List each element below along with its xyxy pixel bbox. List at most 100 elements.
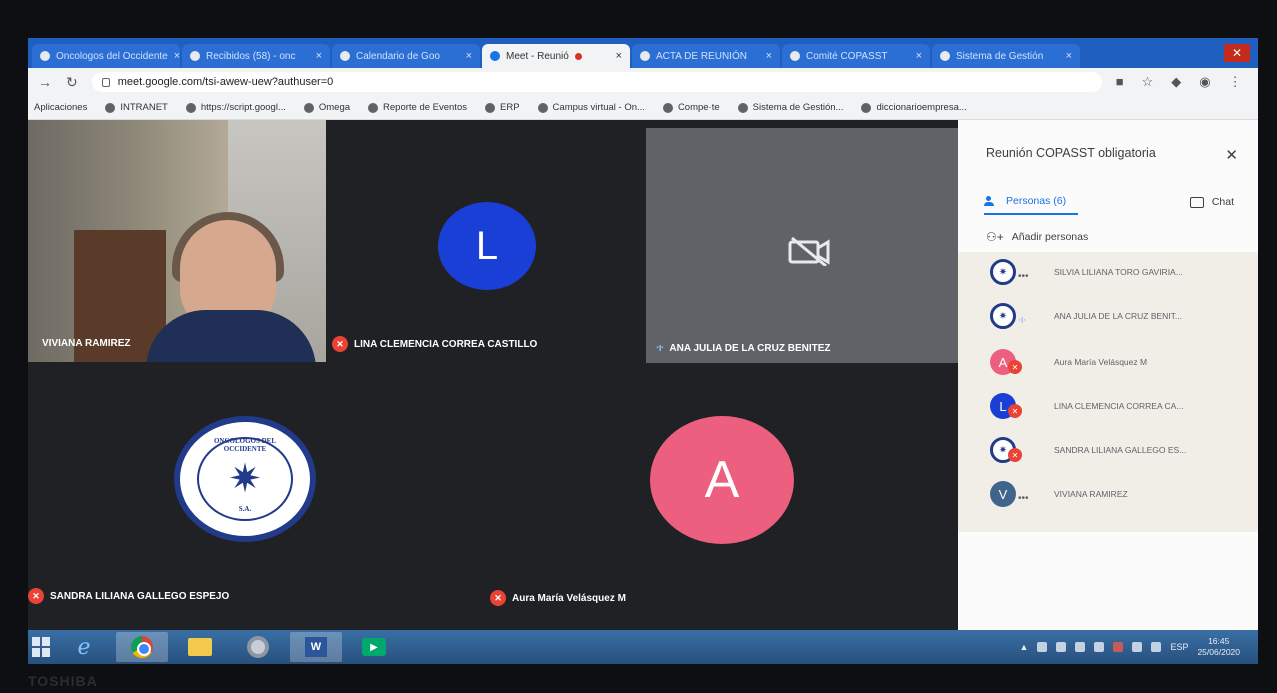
tab-chat[interactable]: Chat: [1189, 196, 1234, 214]
taskbar-ie[interactable]: e: [58, 632, 110, 662]
taskbar-meet[interactable]: ▶: [348, 632, 400, 662]
flag-icon[interactable]: [1075, 642, 1086, 652]
browser-tab[interactable]: Calendario de Goo ×: [332, 44, 480, 68]
bookmark-item[interactable]: https://script.googl...: [185, 102, 286, 113]
profile-icon[interactable]: ◉: [1199, 74, 1210, 90]
list-item[interactable]: L ✕ LINA CLEMENCIA CORREA CA...: [990, 388, 1258, 424]
shield-icon[interactable]: [1094, 642, 1105, 652]
globe-icon: [303, 102, 314, 113]
forward-icon[interactable]: →: [38, 74, 52, 90]
bookmark-item[interactable]: INTRANET: [105, 102, 168, 113]
add-people-button[interactable]: ⚇+ Añadir personas: [986, 230, 1088, 244]
input-method-icon[interactable]: [1151, 642, 1162, 652]
bookmark-item[interactable]: Reporte de Eventos: [368, 102, 467, 113]
favicon-icon: [790, 51, 800, 61]
list-item[interactable]: ✷ ·ı· ANA JULIA DE LA CRUZ BENIT...: [990, 298, 1258, 334]
browser-tab[interactable]: ACTA DE REUNIÓN ×: [632, 44, 780, 68]
volume-icon[interactable]: [1132, 642, 1143, 652]
people-icon: [984, 196, 998, 206]
list-item[interactable]: V ••• VIVIANA RAMIREZ: [990, 476, 1258, 512]
monitor-brand-label: TOSHIBA: [28, 673, 98, 689]
close-tab-icon[interactable]: ×: [174, 50, 180, 62]
bookmark-item[interactable]: ERP: [485, 102, 520, 113]
browser-tab[interactable]: Sistema de Gestión ×: [932, 44, 1080, 68]
more-dots-icon: •••: [1018, 270, 1029, 282]
close-tab-icon[interactable]: ×: [1066, 50, 1072, 62]
bookmark-item[interactable]: Campus virtual - On...: [537, 102, 645, 113]
participant-avatar: L: [438, 202, 536, 290]
favicon-icon: [940, 51, 950, 61]
tray-app-icon[interactable]: [1037, 642, 1048, 652]
system-tray: ▲ ESP 16:45 25/06/2020: [1020, 636, 1240, 657]
network-icon[interactable]: [1056, 642, 1067, 652]
mic-off-icon: ✕: [1008, 404, 1022, 418]
close-tab-icon[interactable]: ×: [766, 50, 772, 62]
globe-icon: [368, 102, 379, 113]
bookmark-item[interactable]: Sistema de Gestión...: [737, 102, 843, 113]
lock-icon: [101, 77, 110, 87]
close-tab-icon[interactable]: ×: [616, 50, 622, 62]
camera-off-icon: [788, 236, 830, 266]
windows-taskbar: e W ▶ ▲ ESP 16:45 25/06/2020: [28, 630, 1258, 664]
tab-people[interactable]: Personas (6): [984, 195, 1079, 215]
bookmark-item[interactable]: Compe·te: [662, 102, 720, 113]
bookmark-apps[interactable]: Aplicaciones: [34, 102, 87, 113]
bookmark-item[interactable]: diccionarioempresa...: [861, 102, 967, 113]
add-person-icon: ⚇+: [986, 230, 1004, 244]
taskbar-media[interactable]: [232, 632, 284, 662]
bookmark-item[interactable]: Omega: [303, 102, 350, 113]
compass-icon: ✷: [228, 457, 262, 501]
url-input[interactable]: meet.google.com/tsi-awew-uew?authuser=0: [91, 72, 1102, 92]
monitor-screen: Oncologos del Occidente × Recibidos (58) …: [28, 38, 1258, 664]
browser-tab[interactable]: Comité COPASST ×: [782, 44, 930, 68]
browser-tab[interactable]: Oncologos del Occidente ×: [32, 44, 180, 68]
close-tab-icon[interactable]: ×: [466, 50, 472, 62]
taskbar-word[interactable]: W: [290, 632, 342, 662]
browser-tab-active[interactable]: Meet - Reunió ×: [482, 44, 630, 68]
participant-avatar-logo: ✷: [990, 259, 1016, 285]
url-text: meet.google.com/tsi-awew-uew?authuser=0: [117, 76, 334, 88]
list-item[interactable]: ✷ ✕ SANDRA LILIANA GALLEGO ES...: [990, 432, 1258, 468]
participant-name: ·ı· ANA JULIA DE LA CRUZ BENITEZ: [656, 342, 831, 354]
browser-tab[interactable]: Recibidos (58) - onc ×: [182, 44, 330, 68]
participant-avatar-logo: ✷: [990, 303, 1016, 329]
globe-icon: [537, 102, 548, 113]
media-player-icon: [247, 636, 269, 658]
bookmark-star-icon[interactable]: ☆: [1142, 74, 1154, 90]
participant-tile-ana[interactable]: ·ı· ANA JULIA DE LA CRUZ BENITEZ: [646, 128, 964, 363]
logo-emblem: ONCOLOGOS DEL OCCIDENTE ✷ S.A.: [197, 437, 293, 521]
recording-icon: [574, 52, 582, 60]
calendar-icon: [340, 51, 350, 61]
language-indicator[interactable]: ESP: [1170, 642, 1188, 652]
windows-start-icon[interactable]: [32, 637, 52, 657]
list-item[interactable]: ✷ ••• SILVIA LILIANA TORO GAVIRIA...: [990, 254, 1258, 290]
taskbar-chrome[interactable]: [116, 632, 168, 662]
antivirus-icon[interactable]: [1113, 642, 1124, 652]
taskbar-explorer[interactable]: [174, 632, 226, 662]
participant-tile-viviana[interactable]: VIVIANA RAMIREZ: [28, 120, 326, 362]
close-panel-icon[interactable]: ✕: [1225, 146, 1238, 164]
clock-time: 16:45: [1208, 636, 1230, 647]
status: ✕: [1008, 394, 1036, 418]
participant-avatar: V: [990, 481, 1016, 507]
show-hidden-icon[interactable]: ▲: [1020, 642, 1029, 652]
chrome-icon: [131, 636, 153, 658]
participant-tile-aura[interactable]: A ✕ Aura María Velásquez M: [488, 364, 958, 630]
participant-tile-lina[interactable]: L ✕ LINA CLEMENCIA CORREA CASTILLO: [328, 120, 644, 363]
reload-icon[interactable]: ↻: [66, 74, 78, 91]
participant-name: ✕ LINA CLEMENCIA CORREA CASTILLO: [332, 336, 537, 352]
participant-list: ✷ ••• SILVIA LILIANA TORO GAVIRIA... ✷ ·…: [958, 252, 1258, 532]
menu-icon[interactable]: ⋮: [1229, 74, 1242, 90]
close-tab-icon[interactable]: ×: [316, 50, 322, 62]
participant-name: VIVIANA RAMIREZ: [42, 338, 131, 349]
status: ✕: [1008, 438, 1036, 462]
favicon-icon: [40, 51, 50, 61]
mic-off-icon: ✕: [332, 336, 348, 352]
extension-icon[interactable]: ◆: [1171, 74, 1181, 90]
clock[interactable]: 16:45 25/06/2020: [1197, 636, 1240, 657]
close-tab-icon[interactable]: ×: [916, 50, 922, 62]
browser-tab-bar: Oncologos del Occidente × Recibidos (58) …: [28, 38, 1258, 68]
camera-indicator-icon[interactable]: ■: [1116, 74, 1124, 90]
window-close-button[interactable]: ✕: [1224, 44, 1250, 62]
list-item[interactable]: A ✕ Aura María Velásquez M: [990, 344, 1258, 380]
